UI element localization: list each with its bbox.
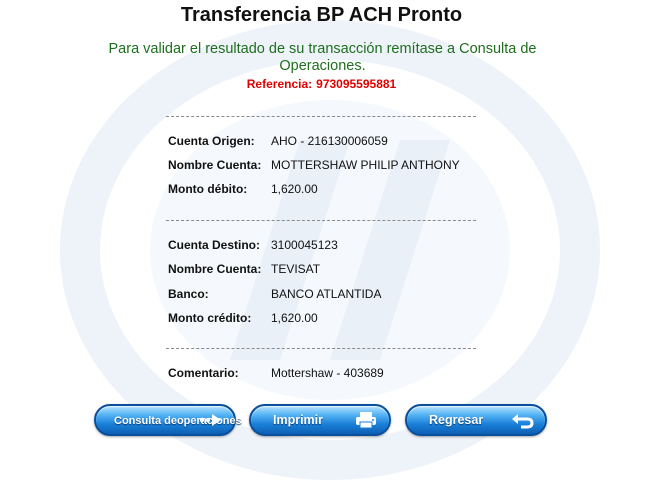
- destination-name-value: TEVISAT: [271, 262, 321, 276]
- destination-account-value: 3100045123: [271, 238, 338, 252]
- comment-label: Comentario:: [168, 366, 239, 380]
- divider: [166, 348, 476, 349]
- origin-name-value: MOTTERSHAW PHILIP ANTHONY: [271, 158, 460, 172]
- origin-account-label: Cuenta Origen:: [168, 134, 255, 148]
- destination-name-label: Nombre Cuenta:: [168, 262, 262, 276]
- consult-label-line1: Consulta de: [114, 414, 177, 427]
- credit-amount-value: 1,620.00: [271, 311, 318, 325]
- arrow-right-icon: [199, 414, 221, 426]
- consult-operations-button[interactable]: Consulta de operaciones: [94, 404, 242, 436]
- reference-label: Referencia:: [246, 77, 313, 91]
- back-label: Regresar: [429, 413, 484, 427]
- comment-value: Mottershaw - 403689: [271, 366, 384, 380]
- return-arrow-icon: [512, 414, 534, 429]
- destination-account-label: Cuenta Destino:: [168, 238, 261, 252]
- bank-label: Banco:: [168, 287, 209, 301]
- origin-name-label: Nombre Cuenta:: [168, 158, 262, 172]
- divider: [166, 220, 476, 221]
- credit-amount-label: Monto crédito:: [168, 311, 252, 325]
- back-button[interactable]: Regresar: [405, 404, 547, 436]
- origin-account-value: AHO - 216130006059: [271, 134, 388, 148]
- bank-value: BANCO ATLANTIDA: [271, 287, 382, 301]
- reference: Referencia: 973095595881: [0, 77, 643, 91]
- printer-icon: [356, 412, 376, 429]
- debit-amount-value: 1,620.00: [271, 182, 318, 196]
- page-title: Transferencia BP ACH Pronto: [180, 4, 463, 26]
- reference-value: 973095595881: [316, 77, 397, 91]
- divider: [166, 116, 476, 117]
- print-button[interactable]: Imprimir: [249, 404, 391, 436]
- validation-message: Para validar el resultado de su transacc…: [108, 41, 537, 74]
- print-label: Imprimir: [273, 413, 324, 427]
- debit-amount-label: Monto débito:: [168, 182, 248, 196]
